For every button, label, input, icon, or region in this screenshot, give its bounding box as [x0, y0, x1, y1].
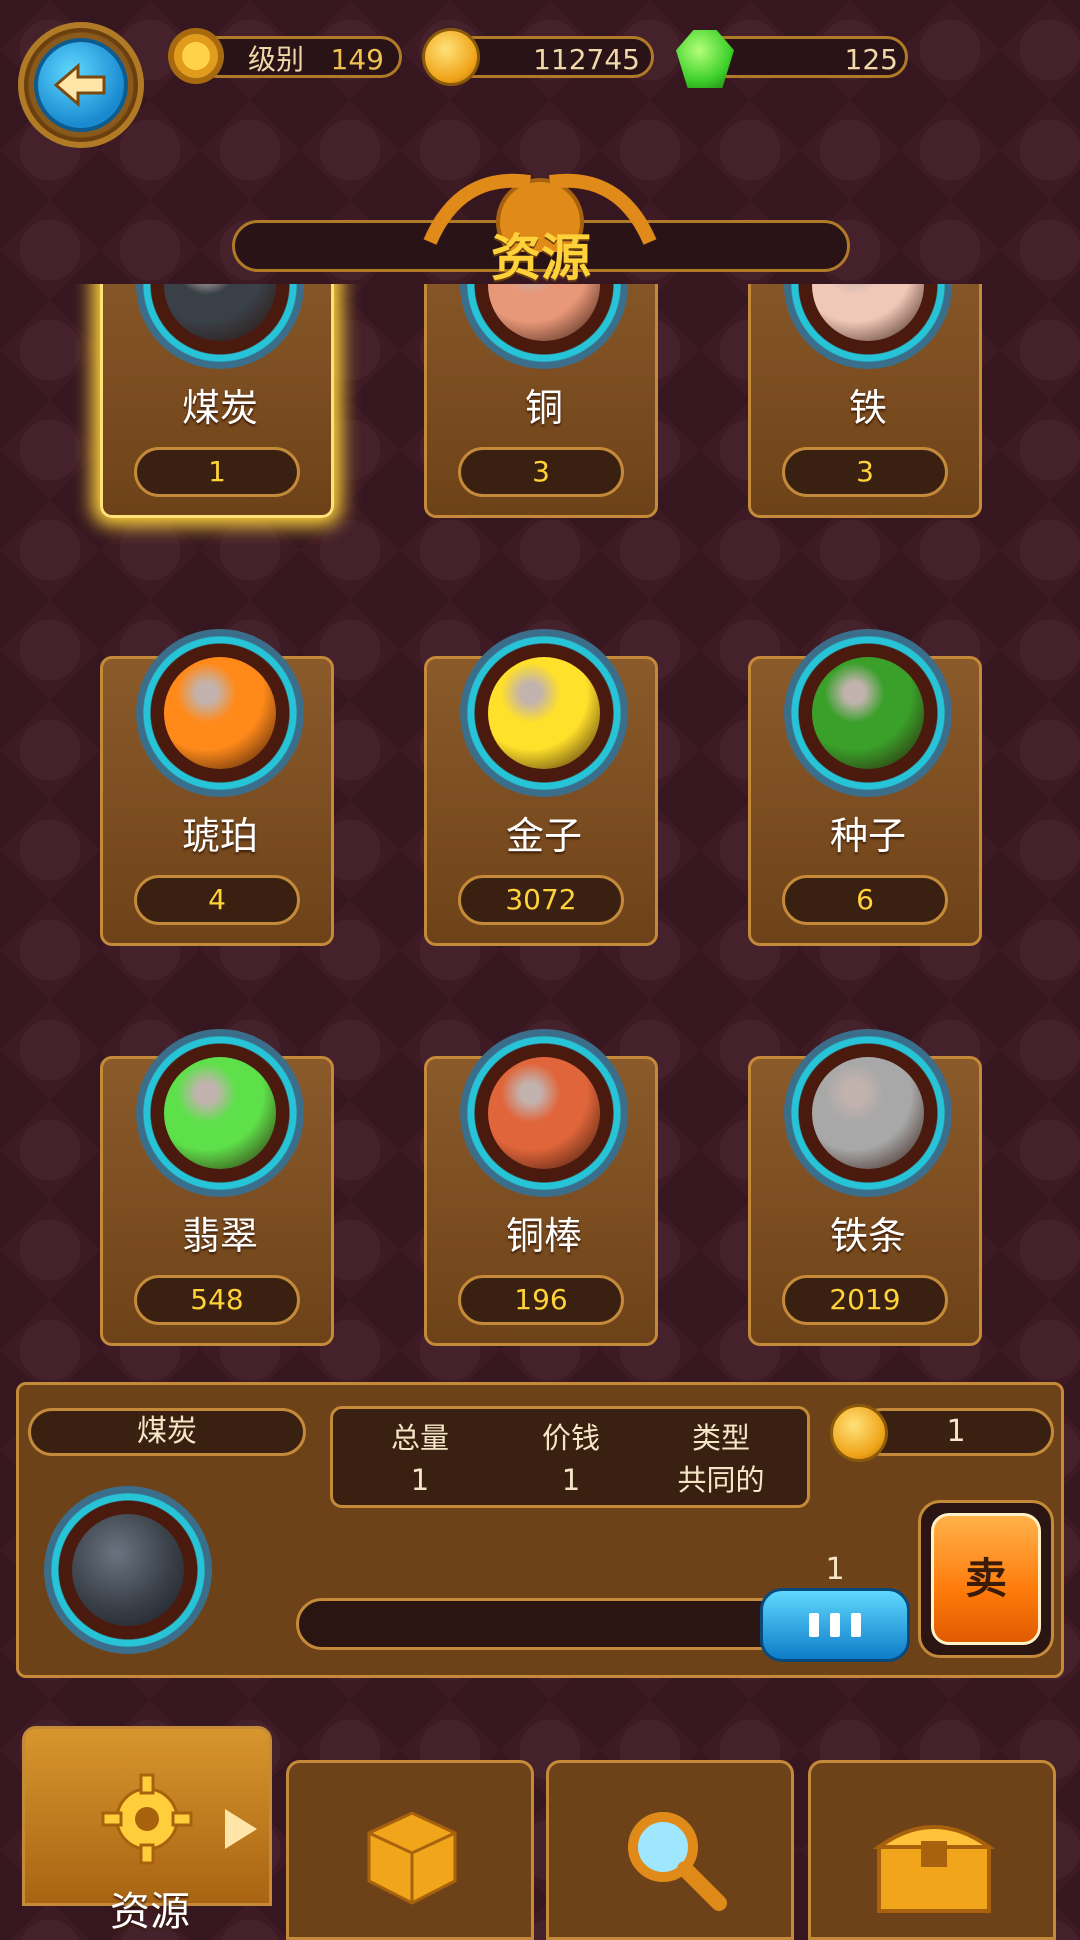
arrow-left-icon	[34, 38, 128, 132]
resource-icon-ring	[460, 284, 628, 369]
price-value: 1	[561, 1463, 581, 1497]
level-value: 149	[330, 43, 384, 76]
resource-grid: 煤炭 1 铜 3 铁 3 琥珀 4 金子 3072 种子 6 翡翠 548 铜棒 196 铁条 2019	[0, 284, 1080, 1354]
sell-button-label: 卖	[931, 1513, 1041, 1645]
gem-count: 125	[844, 43, 898, 76]
resource-name: 铜棒	[505, 1214, 582, 1258]
coin-icon	[830, 1404, 888, 1462]
grip-icon	[809, 1613, 861, 1637]
resource-icon	[164, 657, 276, 769]
type-value: 共同的	[677, 1463, 765, 1497]
back-button[interactable]	[18, 22, 144, 148]
resource-name: 翡翠	[181, 1214, 258, 1258]
resource-icon	[488, 284, 600, 341]
resource-card[interactable]: 金子 3072	[424, 629, 658, 946]
resource-icon	[812, 1057, 924, 1169]
resource-count: 3	[458, 447, 624, 497]
resource-count: 196	[458, 1275, 624, 1325]
level-label: 级别	[248, 43, 305, 76]
sell-button[interactable]: 卖	[918, 1500, 1054, 1658]
resource-count: 6	[782, 875, 948, 925]
resource-count: 3072	[458, 875, 624, 925]
resource-count: 548	[134, 1275, 300, 1325]
resource-icon-ring	[136, 1029, 304, 1197]
resource-icon	[812, 657, 924, 769]
gear-icon	[101, 1773, 193, 1865]
treasure-chest-icon	[872, 1825, 996, 1913]
tab-chest[interactable]	[808, 1760, 1056, 1940]
play-arrow-icon	[225, 1809, 257, 1849]
resource-name: 种子	[829, 814, 906, 858]
tab-resources[interactable]: 资源	[22, 1726, 272, 1935]
price-label: 价钱	[541, 1421, 600, 1455]
selected-resource-name: 煤炭	[28, 1408, 306, 1456]
resource-icon-ring	[784, 629, 952, 797]
coin-icon	[422, 28, 480, 86]
resource-count: 3	[782, 447, 948, 497]
resource-name: 铜	[524, 386, 563, 430]
resource-count: 4	[134, 875, 300, 925]
resource-icon	[488, 1057, 600, 1169]
resource-card[interactable]: 铁3	[748, 284, 982, 518]
resource-icon-ring	[784, 284, 952, 369]
price-column: 价钱 1	[496, 1417, 646, 1501]
tab-label: 资源	[110, 1889, 190, 1935]
tab-dice[interactable]	[286, 1760, 534, 1940]
total-value: 1	[410, 1463, 430, 1497]
resource-count: 2019	[782, 1275, 948, 1325]
page-title: 资源	[491, 229, 591, 287]
dice-icon	[367, 1811, 457, 1905]
resource-icon-ring	[784, 1029, 952, 1197]
resource-card[interactable]: 琥珀 4	[100, 629, 334, 946]
quantity-slider-handle[interactable]	[760, 1588, 910, 1662]
resource-count: 1	[134, 447, 300, 497]
resource-icon	[488, 657, 600, 769]
resource-name: 金子	[505, 814, 582, 858]
total-column: 总量 1	[345, 1417, 495, 1501]
resource-icon-ring	[136, 284, 304, 369]
resource-name: 铁条	[829, 1214, 906, 1258]
resource-card[interactable]: 铜3	[424, 284, 658, 518]
resource-icon-ring	[460, 1029, 628, 1197]
type-label: 类型	[691, 1421, 750, 1455]
selected-resource-ring	[44, 1486, 212, 1654]
resource-icon	[164, 1057, 276, 1169]
resource-card[interactable]: 种子 6	[748, 629, 982, 946]
quantity-value: 1	[825, 1552, 845, 1587]
resource-info-box: 总量 1 价钱 1 类型 共同的	[330, 1406, 810, 1508]
total-label: 总量	[390, 1421, 449, 1455]
resource-card[interactable]: 煤炭 1	[100, 284, 334, 518]
resource-name: 铁	[848, 386, 887, 430]
resource-card[interactable]: 翡翠 548	[100, 1029, 334, 1346]
resource-name: 琥珀	[181, 814, 258, 858]
resource-icon	[164, 284, 276, 341]
resource-card[interactable]: 铜棒 196	[424, 1029, 658, 1346]
resource-name: 煤炭	[181, 386, 258, 430]
resource-icon-ring	[136, 629, 304, 797]
coal-icon	[72, 1514, 184, 1626]
type-column: 类型 共同的	[646, 1417, 796, 1501]
resource-icon	[812, 284, 924, 341]
tab-search[interactable]	[546, 1760, 794, 1940]
resource-card[interactable]: 铁条 2019	[748, 1029, 982, 1346]
magnifier-icon	[628, 1812, 727, 1911]
gear-icon	[168, 28, 224, 84]
resource-icon-ring	[460, 629, 628, 797]
coin-count: 112745	[533, 43, 640, 76]
